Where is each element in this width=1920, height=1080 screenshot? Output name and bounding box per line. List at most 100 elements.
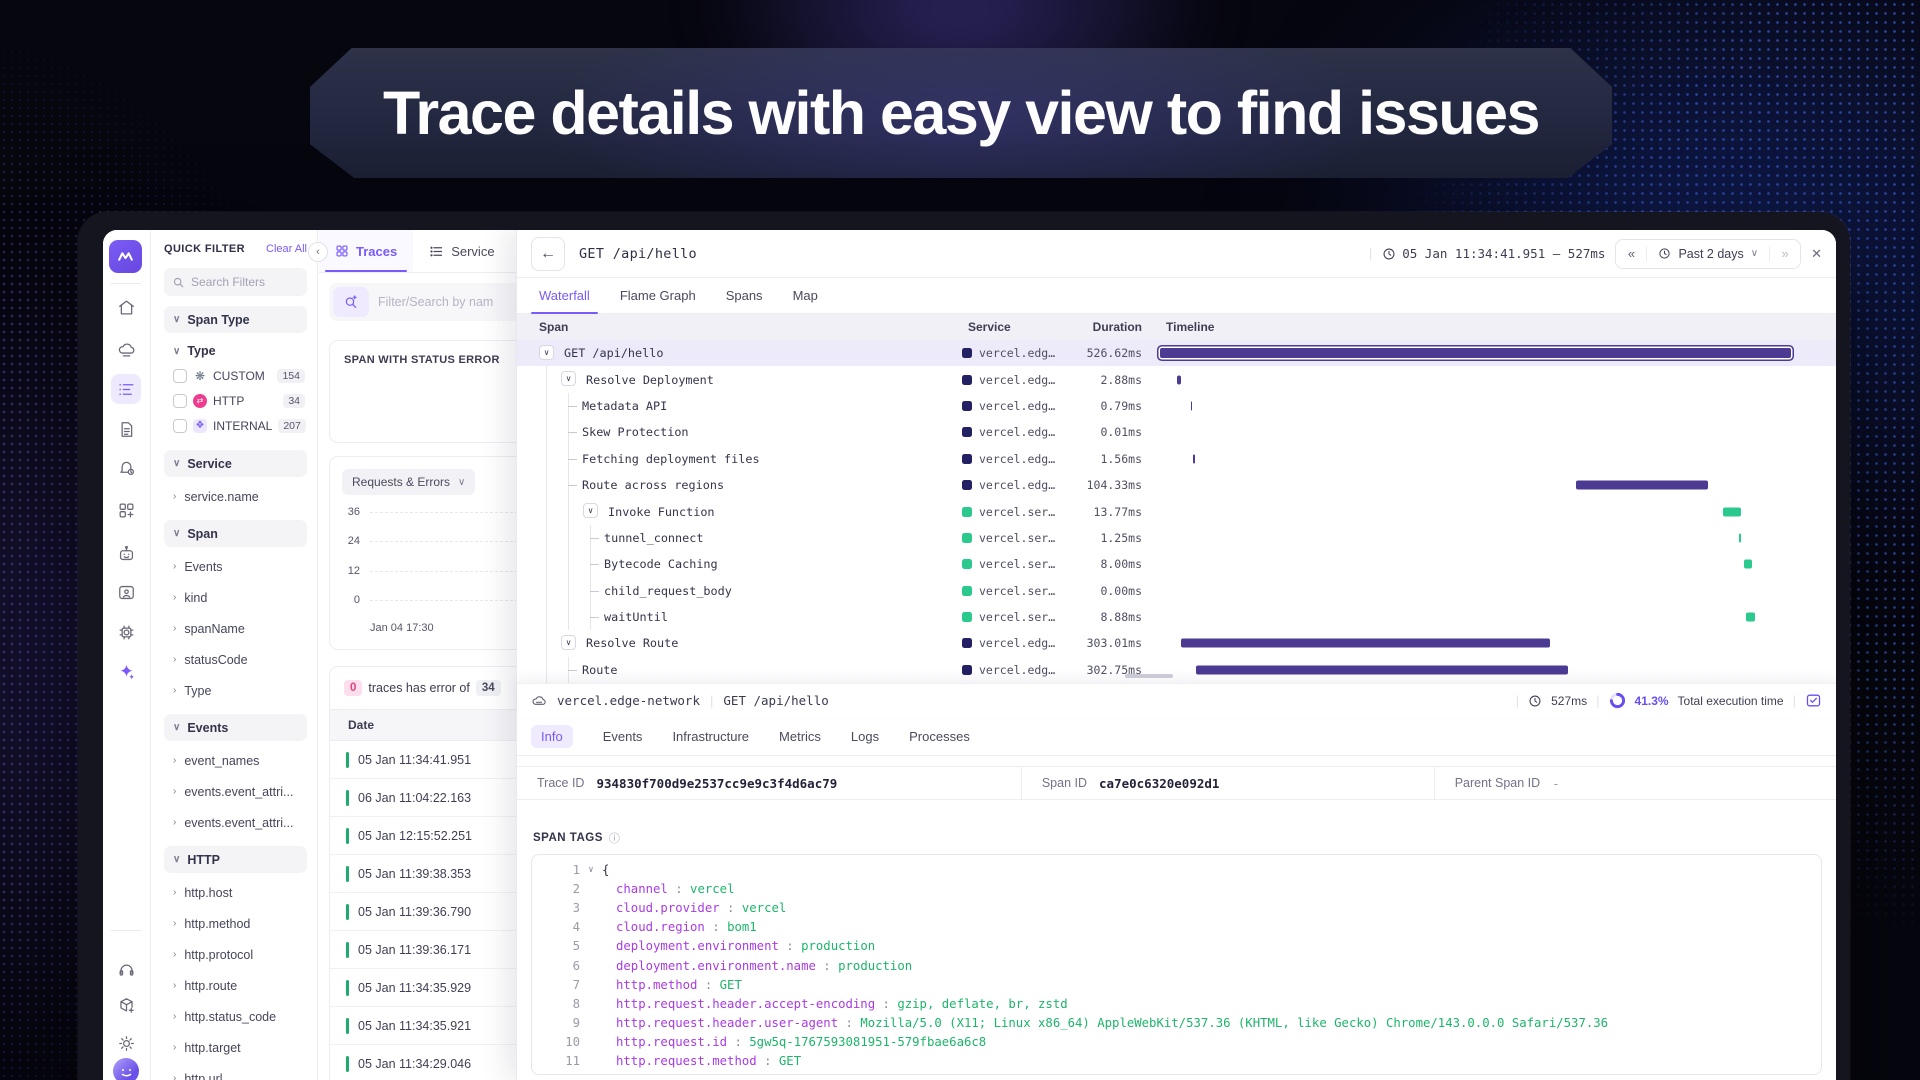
tree-guide [546,419,547,445]
filter-item[interactable]: ›service.name [164,485,307,508]
user-avatar[interactable] [113,1058,139,1080]
waterfall-row[interactable]: Routevercel.edg…302.75ms [517,657,1836,683]
filter-item[interactable]: ›http.host [164,881,307,904]
span-tags-json-viewer[interactable]: 1∨{2channel : vercel3cloud.provider : ve… [531,854,1822,1075]
sidebar-item-add-integration-icon[interactable] [113,497,139,523]
checkbox[interactable] [173,369,187,383]
filter-group-service[interactable]: ∨Service [164,450,307,477]
time-range-dropdown[interactable]: Past 2 days ∨ [1646,247,1770,261]
timeline-bar[interactable] [1160,348,1791,358]
tab-map[interactable]: Map [793,278,818,313]
waterfall-row[interactable]: ∨Resolve Deploymentvercel.edg…2.88ms [517,366,1836,392]
timeline-bar[interactable] [1191,401,1193,410]
tree-guide [546,393,547,419]
waterfall-row[interactable]: ∨Invoke Functionvercel.ser…13.77ms [517,498,1836,524]
waterfall-row[interactable]: Metadata APIvercel.edg…0.79ms [517,393,1836,419]
filter-item[interactable]: ›http.url [164,1067,307,1080]
collapse-caret[interactable]: ∨ [561,371,576,386]
range-next-button[interactable]: » [1770,240,1800,268]
chart-metric-dropdown[interactable]: Requests & Errors ∨ [342,469,475,495]
waterfall-row[interactable]: child_request_bodyvercel.ser…0.00ms [517,578,1836,604]
sidebar-item-infrastructure-chip-icon[interactable] [113,619,139,645]
filter-group-http[interactable]: ∨HTTP [164,846,307,873]
timeline-bar[interactable] [1739,533,1741,542]
filter-option-custom[interactable]: ❋ CUSTOM154 [164,363,307,388]
info-tab-events[interactable]: Events [603,729,643,744]
waterfall-row[interactable]: Skew Protectionvercel.edg…0.01ms [517,419,1836,445]
timeline-bar[interactable] [1196,665,1568,674]
waterfall-row[interactable]: Route across regionsvercel.edg…104.33ms [517,472,1836,498]
info-tab-info[interactable]: Info [531,725,573,748]
info-tab-infrastructure[interactable]: Infrastructure [672,729,749,744]
tab-services[interactable]: Service [413,230,510,272]
sidebar-item-alerts-icon[interactable] [113,454,139,480]
filter-item[interactable]: ›statusCode [164,648,307,671]
sidebar-item-add-package-icon[interactable] [113,992,139,1018]
info-tab-logs[interactable]: Logs [851,729,879,744]
info-tab-metrics[interactable]: Metrics [779,729,821,744]
collapse-caret[interactable]: ∨ [561,635,576,650]
filter-item[interactable]: ›http.status_code [164,1005,307,1028]
timeline-bar[interactable] [1746,613,1755,622]
waterfall-row[interactable]: ∨GET /api/hellovercel.edg…526.62ms [517,340,1836,366]
timeline-bar[interactable] [1181,639,1550,648]
sidebar-item-traces-icon[interactable] [111,374,141,404]
filter-item[interactable]: ›events.event_attri... [164,811,307,834]
filter-item[interactable]: ›http.route [164,974,307,997]
filter-item[interactable]: ›Type [164,679,307,702]
waterfall-row[interactable]: Bytecode Cachingvercel.ser…8.00ms [517,551,1836,577]
sidebar-item-assistant-bot-icon[interactable] [113,540,139,566]
filter-option-internal[interactable]: ❖ INTERNAL207 [164,413,307,438]
tab-traces[interactable]: Traces [319,230,413,272]
info-tab-processes[interactable]: Processes [909,729,970,744]
tab-flame-graph[interactable]: Flame Graph [620,278,696,313]
waterfall-row[interactable]: waitUntilvercel.ser…8.88ms [517,604,1836,630]
range-prev-button[interactable]: « [1616,240,1646,268]
filter-option-http[interactable]: ⇄ HTTP34 [164,388,307,413]
clear-all-link[interactable]: Clear All [266,243,307,255]
timeline-bar[interactable] [1576,481,1708,490]
sidebar-item-ai-sparkle-icon[interactable] [113,658,139,684]
checkbox[interactable] [173,394,187,408]
filter-item[interactable]: ›spanName [164,617,307,640]
filter-item[interactable]: ›events.event_attri... [164,780,307,803]
collapse-filter-panel-button[interactable]: ‹ [308,242,328,262]
filter-group-events[interactable]: ∨Events [164,714,307,741]
sidebar-item-settings-gear-icon[interactable] [113,1030,139,1056]
waterfall-row[interactable]: Fetching deployment filesvercel.edg…1.56… [517,446,1836,472]
collapse-caret[interactable]: ∨ [539,345,554,360]
close-icon[interactable]: ✕ [1811,246,1822,262]
back-button[interactable]: ← [531,237,565,271]
sidebar-item-home-icon[interactable] [113,294,139,320]
sidebar-item-support-headphones-icon[interactable] [113,956,139,982]
filter-search-box[interactable] [164,268,307,296]
filter-item[interactable]: ›event_names [164,749,307,772]
open-panel-icon[interactable] [1805,692,1822,709]
page-background: Trace details with easy view to find iss… [0,0,1920,1080]
filter-item[interactable]: ›Events [164,555,307,578]
filter-item[interactable]: ›kind [164,586,307,609]
timeline-bar[interactable] [1744,560,1752,569]
tab-spans[interactable]: Spans [726,278,763,313]
collapse-caret[interactable]: ∨ [583,503,598,518]
span-id-cell: Span IDca7e0c6320e092d1 [1021,767,1434,799]
tab-waterfall[interactable]: Waterfall [539,278,590,313]
sidebar-item-cloud-hosts-icon[interactable] [113,336,139,362]
filter-item[interactable]: ›http.method [164,912,307,935]
filter-search-input[interactable] [191,275,291,289]
span-type-section-header[interactable]: ∨ Span Type [164,306,307,333]
horizontal-scrollbar[interactable] [1125,674,1173,678]
timeline-bar[interactable] [1177,375,1181,384]
timeline-bar[interactable] [1723,507,1741,516]
checkbox[interactable] [173,419,187,433]
sidebar-item-session-search-icon[interactable] [113,579,139,605]
waterfall-row[interactable]: ∨Resolve Routevercel.edg…303.01ms [517,630,1836,656]
filter-item[interactable]: ›http.protocol [164,943,307,966]
type-subsection-header[interactable]: ∨ Type [164,339,307,363]
sidebar-item-logs-icon[interactable] [113,416,139,442]
middleware-logo[interactable] [109,240,142,273]
timeline-bar[interactable] [1193,454,1195,463]
filter-item[interactable]: ›http.target [164,1036,307,1059]
filter-group-span[interactable]: ∨Span [164,520,307,547]
waterfall-row[interactable]: tunnel_connectvercel.ser…1.25ms [517,525,1836,551]
